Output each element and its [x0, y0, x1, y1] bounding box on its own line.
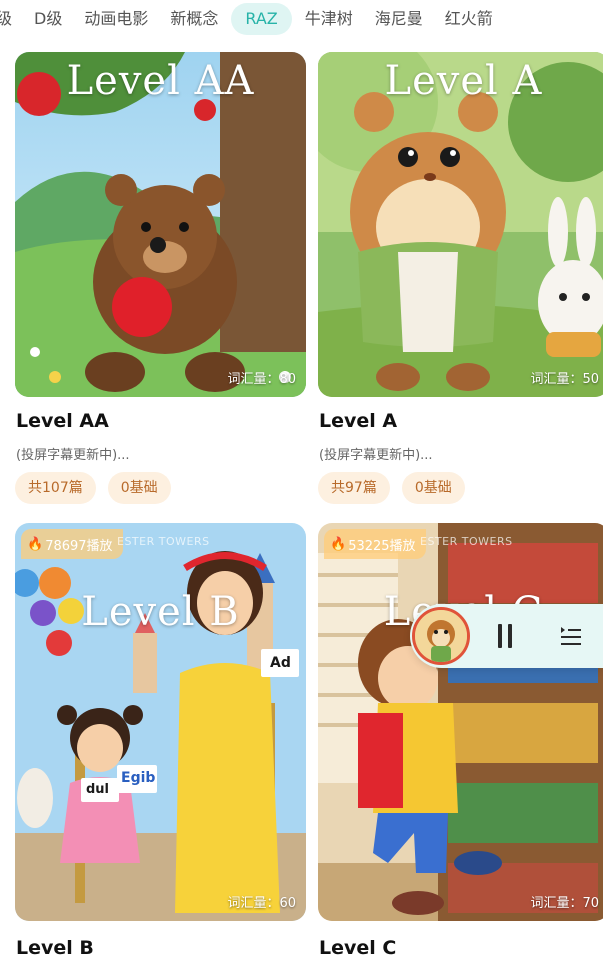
- cover-image-level-aa[interactable]: Level AA 词汇量：80: [15, 52, 306, 397]
- play-count: 53225播放: [348, 538, 416, 554]
- card-subtitle: (投屏字幕更新中)...: [319, 448, 433, 463]
- tag-lesson-count: 共107篇: [15, 472, 96, 504]
- tab-level[interactable]: 级: [0, 3, 23, 35]
- course-card-level-b[interactable]: 🔥 78697播放 ESTER TOWERS Ad dul Egib Level …: [15, 523, 306, 959]
- tab-animated-movies[interactable]: 动画电影: [73, 3, 159, 35]
- cover-title: Level A: [384, 58, 543, 104]
- fire-icon: 🔥: [330, 536, 347, 552]
- cover-image-level-a[interactable]: Level A 词汇量：50: [318, 52, 603, 397]
- playlist-button[interactable]: [560, 624, 582, 648]
- vocab-count: 词汇量：60: [227, 896, 296, 911]
- sign-text: Ad: [270, 655, 291, 671]
- mini-player[interactable]: [410, 604, 603, 668]
- card-text-right: Egib: [121, 770, 156, 786]
- tab-raz[interactable]: RAZ: [231, 3, 292, 35]
- tag-level: 0基础: [107, 472, 171, 504]
- play-count-badge: 🔥 53225播放: [324, 529, 426, 559]
- tab-heinemann[interactable]: 海尼曼: [364, 3, 434, 35]
- play-count: 78697播放: [45, 538, 113, 554]
- carnival-illustration: [15, 523, 306, 921]
- tag-level: 0基础: [401, 472, 465, 504]
- card-tags: 共107篇 0基础: [15, 472, 171, 504]
- cover-title: Level AA: [66, 58, 255, 104]
- playlist-icon: [561, 627, 581, 645]
- pause-button[interactable]: [496, 624, 514, 648]
- tab-oxford-tree[interactable]: 牛津树: [294, 3, 364, 35]
- card-title: Level C: [319, 937, 397, 959]
- card-text-left: dul: [86, 782, 110, 797]
- card-title: Level B: [16, 937, 94, 959]
- vocab-count: 词汇量：50: [530, 372, 599, 387]
- fire-icon: 🔥: [27, 536, 44, 552]
- squirrel-avatar-icon: [415, 610, 467, 662]
- course-card-level-aa[interactable]: Level AA 词汇量：80 Level AA (投屏字幕更新中)... 共1…: [15, 52, 306, 522]
- card-title: Level AA: [16, 410, 109, 432]
- course-card-level-c[interactable]: 🔥53225播放 ESTER TOWERS Level C 词汇量：70 Lev…: [318, 523, 603, 959]
- vocab-count: 词汇量：80: [227, 372, 296, 387]
- card-title: Level A: [319, 410, 398, 432]
- cover-title: Level B: [81, 589, 240, 635]
- category-tabs: 级 D级 动画电影 新概念 RAZ 牛津树 海尼曼 红火箭: [0, 0, 603, 38]
- background-sign-text: ESTER TOWERS: [117, 535, 210, 548]
- tag-lesson-count: 共97篇: [318, 472, 390, 504]
- vocab-count: 词汇量：70: [530, 896, 599, 911]
- cover-image-level-c[interactable]: 🔥53225播放 ESTER TOWERS Level C 词汇量：70: [318, 523, 603, 921]
- tab-new-concept[interactable]: 新概念: [159, 3, 229, 35]
- card-tags: 共97篇 0基础: [318, 472, 465, 504]
- card-subtitle: (投屏字幕更新中)...: [16, 448, 130, 463]
- cover-image-level-b[interactable]: 🔥 78697播放 ESTER TOWERS Ad dul Egib Level …: [15, 523, 306, 921]
- tab-d-level[interactable]: D级: [23, 3, 73, 35]
- play-count-badge: 🔥 78697播放: [21, 529, 123, 559]
- tab-red-rocket[interactable]: 红火箭: [434, 3, 504, 35]
- library-illustration: [318, 523, 603, 921]
- background-sign-text: ESTER TOWERS: [420, 535, 513, 548]
- player-thumbnail[interactable]: [412, 607, 470, 665]
- course-card-level-a[interactable]: Level A 词汇量：50 Level A (投屏字幕更新中)... 共97篇…: [318, 52, 603, 522]
